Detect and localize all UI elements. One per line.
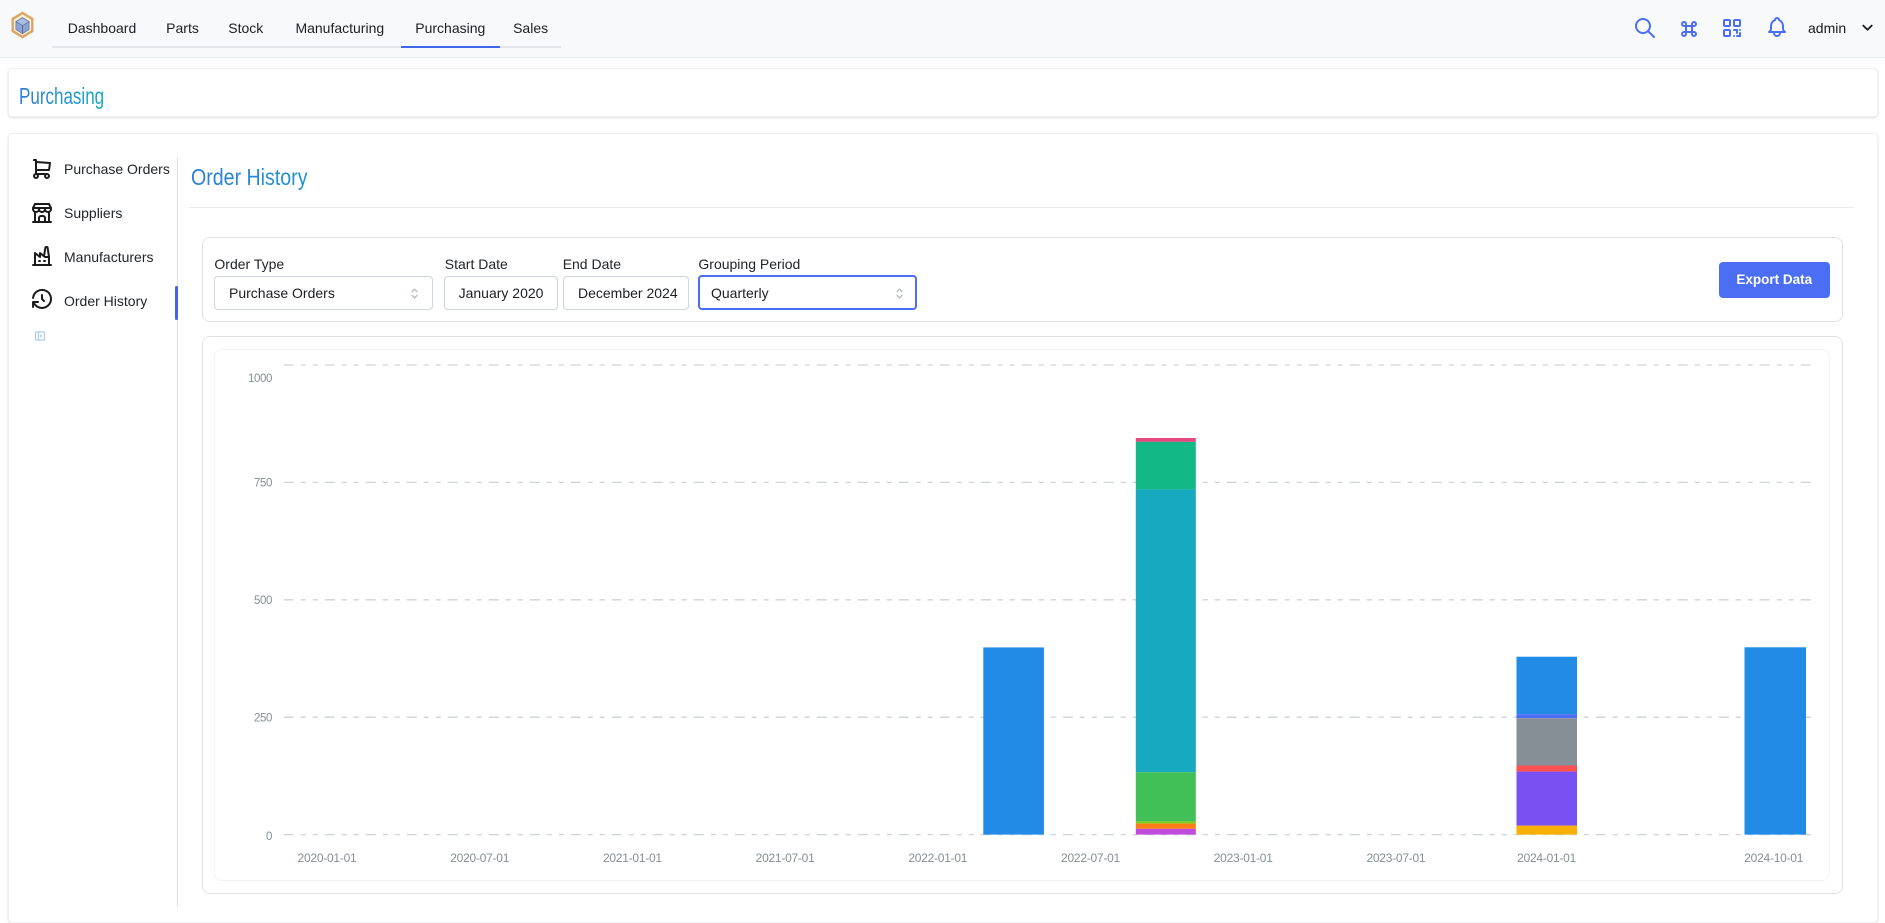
svg-text:2021-07-01: 2021-07-01 bbox=[756, 851, 815, 865]
svg-text:750: 750 bbox=[254, 477, 272, 489]
svg-text:2024-01-01: 2024-01-01 bbox=[1517, 851, 1576, 865]
svg-text:1000: 1000 bbox=[248, 373, 272, 385]
svg-text:2023-07-01: 2023-07-01 bbox=[1366, 851, 1425, 865]
svg-text:0: 0 bbox=[266, 831, 272, 843]
svg-text:2022-07-01: 2022-07-01 bbox=[1061, 851, 1120, 865]
svg-text:2021-01-01: 2021-01-01 bbox=[603, 851, 662, 865]
svg-text:500: 500 bbox=[254, 595, 272, 607]
svg-text:2024-10-01: 2024-10-01 bbox=[1744, 851, 1803, 865]
svg-text:2023-01-01: 2023-01-01 bbox=[1214, 851, 1273, 865]
svg-text:250: 250 bbox=[254, 713, 272, 725]
svg-text:2020-01-01: 2020-01-01 bbox=[298, 851, 357, 865]
svg-text:2022-01-01: 2022-01-01 bbox=[908, 851, 967, 865]
svg-text:2020-07-01: 2020-07-01 bbox=[450, 851, 509, 865]
